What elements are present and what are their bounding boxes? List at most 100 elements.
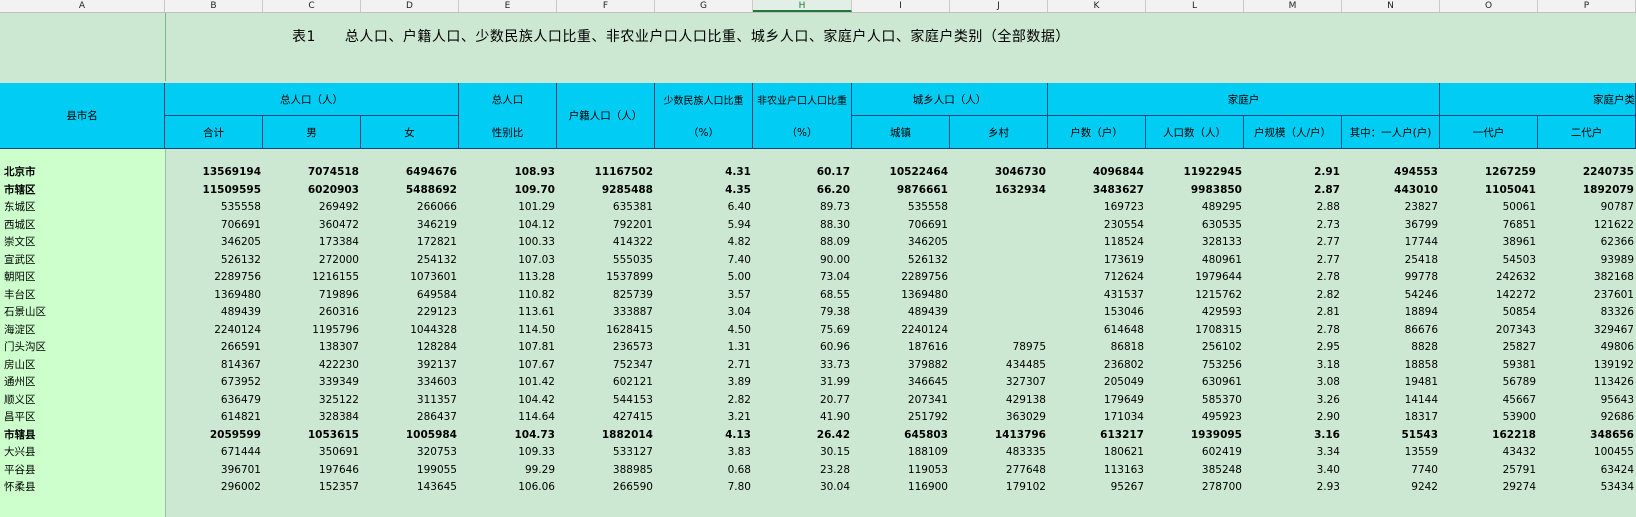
column-header-m[interactable]: M — [1244, 0, 1342, 12]
data-cell[interactable]: 3.34 — [1244, 444, 1342, 461]
data-cell[interactable]: 649584 — [361, 287, 459, 304]
row-name-cell[interactable]: 宣武区 — [0, 252, 165, 269]
row-name-cell[interactable]: 怀柔县 — [0, 479, 165, 496]
data-cell[interactable]: 4.35 — [655, 182, 753, 199]
data-cell[interactable]: 645803 — [852, 427, 950, 444]
data-cell[interactable]: 1267259 — [1440, 164, 1538, 181]
data-cell[interactable]: 179649 — [1048, 392, 1146, 409]
data-cell[interactable]: 3.57 — [655, 287, 753, 304]
data-cell[interactable]: 169723 — [1048, 199, 1146, 216]
data-cell[interactable]: 4.13 — [655, 427, 753, 444]
row-name-cell[interactable]: 通州区 — [0, 374, 165, 391]
data-cell[interactable]: 325122 — [263, 392, 361, 409]
row-name-cell[interactable]: 崇文区 — [0, 234, 165, 251]
data-cell[interactable]: 2289756 — [165, 269, 263, 286]
data-cell[interactable]: 286437 — [361, 409, 459, 426]
data-cell[interactable]: 26.42 — [753, 427, 852, 444]
data-cell[interactable]: 9876661 — [852, 182, 950, 199]
column-header-b[interactable]: B — [165, 0, 263, 12]
column-header-i[interactable]: I — [852, 0, 950, 12]
data-cell[interactable]: 29274 — [1440, 479, 1538, 496]
data-cell[interactable]: 2289756 — [852, 269, 950, 286]
data-cell[interactable]: 236802 — [1048, 357, 1146, 374]
data-cell[interactable]: 272000 — [263, 252, 361, 269]
data-cell[interactable] — [950, 217, 1048, 234]
row-name-cell[interactable]: 平谷县 — [0, 462, 165, 479]
data-cell[interactable]: 143645 — [361, 479, 459, 496]
data-cell[interactable]: 431537 — [1048, 287, 1146, 304]
data-cell[interactable]: 434485 — [950, 357, 1048, 374]
data-cell[interactable]: 59381 — [1440, 357, 1538, 374]
data-cell[interactable]: 1632934 — [950, 182, 1048, 199]
data-cell[interactable]: 236573 — [557, 339, 655, 356]
data-cell[interactable]: 2.88 — [1244, 199, 1342, 216]
data-cell[interactable]: 2.82 — [1244, 287, 1342, 304]
data-cell[interactable]: 3.16 — [1244, 427, 1342, 444]
data-cell[interactable]: 614821 — [165, 409, 263, 426]
data-cell[interactable]: 197646 — [263, 462, 361, 479]
data-cell[interactable]: 113.61 — [459, 304, 557, 321]
data-cell[interactable]: 630961 — [1146, 374, 1244, 391]
data-cell[interactable]: 18858 — [1342, 357, 1440, 374]
data-cell[interactable] — [950, 304, 1048, 321]
data-cell[interactable]: 2.77 — [1244, 234, 1342, 251]
data-cell[interactable]: 139192 — [1538, 357, 1636, 374]
data-cell[interactable]: 613217 — [1048, 427, 1146, 444]
data-cell[interactable]: 385248 — [1146, 462, 1244, 479]
data-cell[interactable]: 79.38 — [753, 304, 852, 321]
data-cell[interactable]: 1413796 — [950, 427, 1048, 444]
data-cell[interactable]: 41.90 — [753, 409, 852, 426]
row-name-cell[interactable]: 西城区 — [0, 217, 165, 234]
data-cell[interactable]: 56789 — [1440, 374, 1538, 391]
data-cell[interactable]: 107.81 — [459, 339, 557, 356]
row-name-cell[interactable]: 东城区 — [0, 199, 165, 216]
data-cell[interactable]: 88.09 — [753, 234, 852, 251]
data-cell[interactable]: 266066 — [361, 199, 459, 216]
data-cell[interactable]: 614648 — [1048, 322, 1146, 339]
data-cell[interactable]: 14144 — [1342, 392, 1440, 409]
data-cell[interactable]: 1053615 — [263, 427, 361, 444]
data-cell[interactable]: 379882 — [852, 357, 950, 374]
data-cell[interactable]: 254132 — [361, 252, 459, 269]
data-cell[interactable]: 752347 — [557, 357, 655, 374]
data-cell[interactable]: 30.15 — [753, 444, 852, 461]
data-cell[interactable]: 75.69 — [753, 322, 852, 339]
row-name-cell[interactable]: 石景山区 — [0, 304, 165, 321]
data-cell[interactable]: 266590 — [557, 479, 655, 496]
data-cell[interactable]: 585370 — [1146, 392, 1244, 409]
data-cell[interactable]: 99778 — [1342, 269, 1440, 286]
data-cell[interactable]: 49806 — [1538, 339, 1636, 356]
column-header-a[interactable]: A — [0, 0, 165, 12]
data-cell[interactable]: 100455 — [1538, 444, 1636, 461]
data-cell[interactable]: 5.00 — [655, 269, 753, 286]
data-cell[interactable]: 388985 — [557, 462, 655, 479]
data-cell[interactable]: 180621 — [1048, 444, 1146, 461]
data-cell[interactable]: 1044328 — [361, 322, 459, 339]
data-cell[interactable]: 99.29 — [459, 462, 557, 479]
data-cell[interactable]: 602121 — [557, 374, 655, 391]
data-cell[interactable]: 1628415 — [557, 322, 655, 339]
data-cell[interactable]: 260316 — [263, 304, 361, 321]
data-cell[interactable]: 602419 — [1146, 444, 1244, 461]
data-cell[interactable]: 2240124 — [852, 322, 950, 339]
data-cell[interactable]: 107.67 — [459, 357, 557, 374]
data-cell[interactable]: 2.91 — [1244, 164, 1342, 181]
data-cell[interactable]: 23827 — [1342, 199, 1440, 216]
data-cell[interactable]: 712624 — [1048, 269, 1146, 286]
data-cell[interactable]: 242632 — [1440, 269, 1538, 286]
data-cell[interactable]: 1216155 — [263, 269, 361, 286]
data-cell[interactable]: 3.18 — [1244, 357, 1342, 374]
column-header-c[interactable]: C — [263, 0, 361, 12]
data-cell[interactable]: 544153 — [557, 392, 655, 409]
data-cell[interactable]: 256102 — [1146, 339, 1244, 356]
data-cell[interactable]: 23.28 — [753, 462, 852, 479]
data-cell[interactable]: 45667 — [1440, 392, 1538, 409]
data-cell[interactable]: 251792 — [852, 409, 950, 426]
data-cell[interactable]: 2.95 — [1244, 339, 1342, 356]
data-cell[interactable]: 9285488 — [557, 182, 655, 199]
data-cell[interactable]: 339349 — [263, 374, 361, 391]
data-cell[interactable]: 18894 — [1342, 304, 1440, 321]
data-cell[interactable]: 3.21 — [655, 409, 753, 426]
data-cell[interactable]: 392137 — [361, 357, 459, 374]
data-cell[interactable]: 489439 — [165, 304, 263, 321]
